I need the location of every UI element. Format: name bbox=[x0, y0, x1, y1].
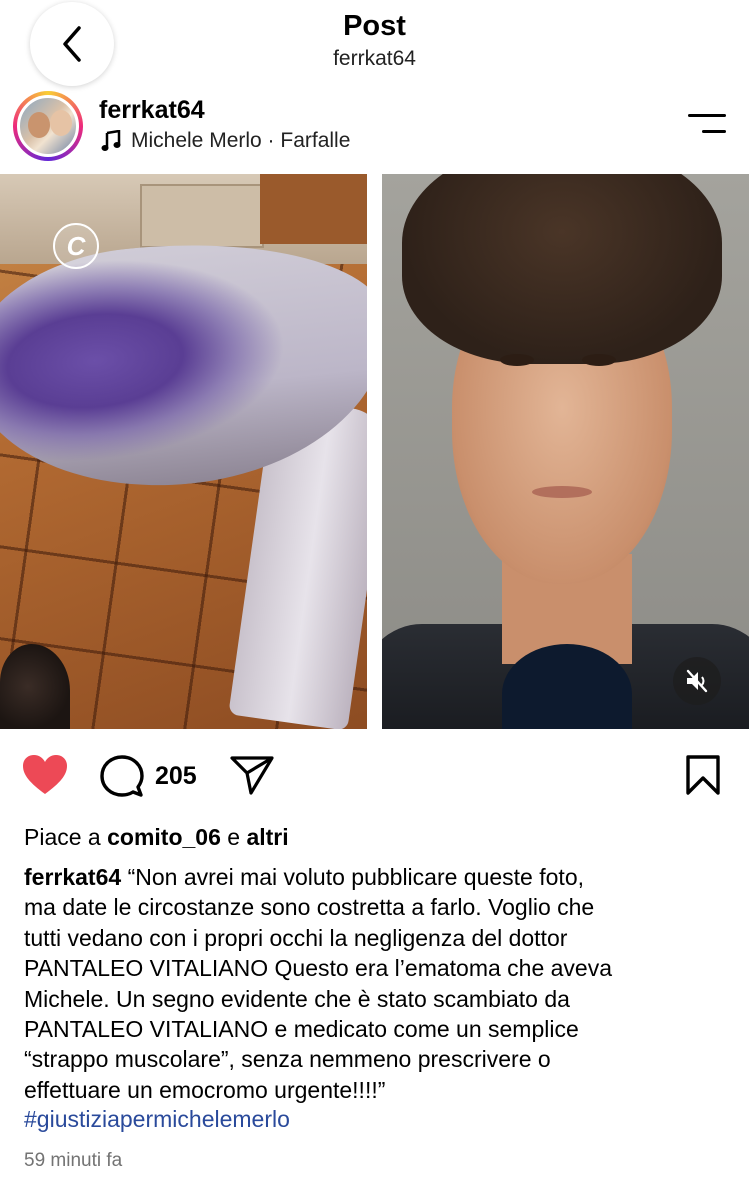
post-media[interactable]: C bbox=[0, 174, 749, 729]
speaker-muted-icon bbox=[686, 669, 708, 693]
caption-line: PANTALEO VITALIANO e medicato come un se… bbox=[24, 1016, 579, 1043]
likes-prefix: Piace a bbox=[24, 824, 101, 850]
author-username[interactable]: ferrkat64 bbox=[99, 96, 205, 125]
post-header: Post ferrkat64 bbox=[0, 0, 749, 88]
music-attribution[interactable]: Michele Merlo · Farfalle bbox=[101, 129, 350, 153]
like-button[interactable] bbox=[22, 754, 68, 801]
page-title: Post bbox=[343, 10, 406, 42]
caption-line: “strappo muscolare”, senza nemmeno presc… bbox=[24, 1046, 551, 1073]
post-actions: 205 bbox=[0, 748, 749, 808]
music-note-icon bbox=[101, 130, 121, 151]
caption-line: tutti vedano con i propri occhi la negli… bbox=[24, 924, 568, 951]
mute-button[interactable] bbox=[673, 657, 721, 705]
caption-line: effettuare un emocromo urgente!!!!” bbox=[24, 1076, 386, 1103]
likes-user[interactable]: comito_06 bbox=[107, 824, 221, 850]
page-subtitle-username[interactable]: ferrkat64 bbox=[0, 47, 749, 71]
likes-summary[interactable]: Piace a comito_06 e altri bbox=[24, 824, 289, 851]
menu-icon[interactable] bbox=[686, 110, 726, 140]
caption-username[interactable]: ferrkat64 bbox=[24, 864, 121, 890]
save-button[interactable] bbox=[685, 754, 721, 801]
send-icon bbox=[230, 756, 274, 795]
photo-bruised-leg[interactable]: C bbox=[0, 174, 367, 729]
share-button[interactable] bbox=[229, 754, 275, 801]
comment-count[interactable]: 205 bbox=[155, 762, 197, 791]
post-timestamp: 59 minuti fa bbox=[24, 1150, 123, 1171]
music-label: Michele Merlo · Farfalle bbox=[131, 129, 351, 152]
photo-portrait[interactable] bbox=[382, 174, 749, 729]
comment-button[interactable] bbox=[100, 754, 144, 803]
post-author-row: ferrkat64 Michele Merlo · Farfalle bbox=[0, 88, 749, 172]
likes-others[interactable]: altri bbox=[246, 824, 288, 850]
watermark-logo-icon: C bbox=[53, 223, 99, 269]
caption-line: “Non avrei mai voluto pubblicare queste … bbox=[127, 864, 584, 890]
caption-line: Michele. Un segno evidente che è stato s… bbox=[24, 985, 570, 1012]
story-ring[interactable] bbox=[13, 91, 83, 161]
likes-connector: e bbox=[227, 824, 241, 850]
heart-filled-icon bbox=[23, 755, 67, 794]
bookmark-icon bbox=[686, 755, 720, 795]
caption-line: ma date le circostanze sono costretta a … bbox=[24, 894, 595, 921]
hashtag-link[interactable]: #giustiziapermichelemerlo bbox=[24, 1106, 290, 1133]
caption-line: PANTALEO VITALIANO Questo era l’ematoma … bbox=[24, 955, 613, 982]
post-caption: ferrkat64 “Non avrei mai voluto pubblica… bbox=[24, 862, 729, 1105]
avatar[interactable] bbox=[17, 95, 79, 157]
dog-in-photo bbox=[0, 644, 70, 729]
comment-icon bbox=[100, 755, 144, 797]
